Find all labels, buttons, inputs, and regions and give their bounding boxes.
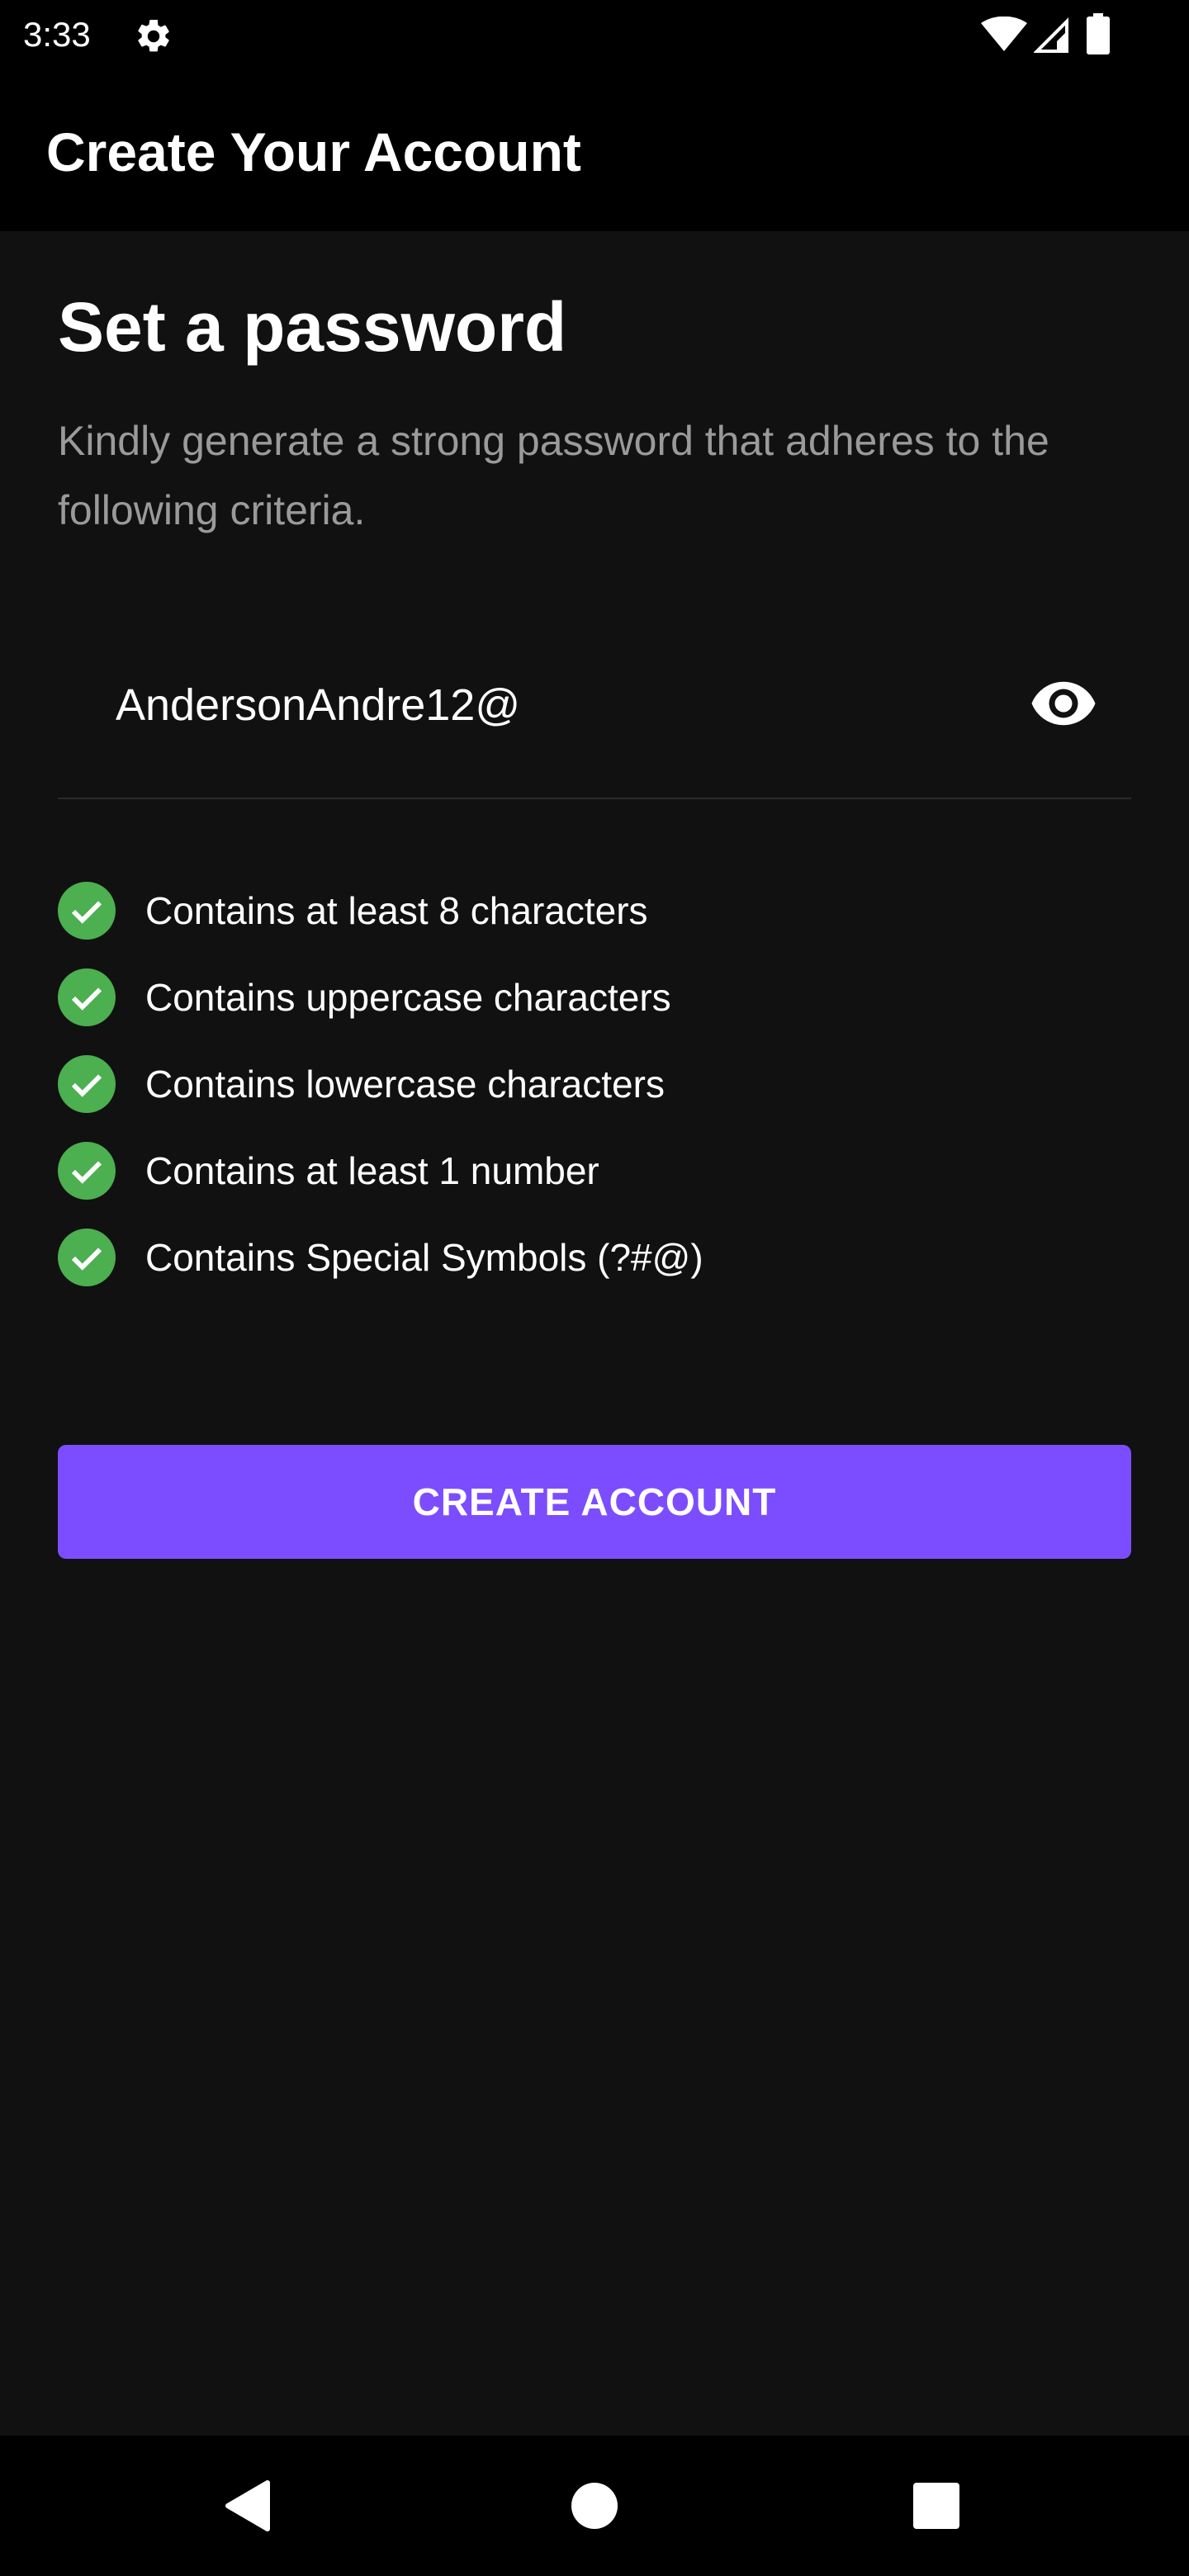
check-circle-icon — [58, 1055, 116, 1113]
check-circle-icon — [58, 968, 116, 1026]
app-bar: Create Your Account — [0, 69, 1189, 231]
password-input[interactable]: AndersonAndre12@ — [116, 672, 520, 738]
home-icon — [571, 2483, 618, 2529]
password-criteria-list: Contains at least 8 characters Contains … — [58, 882, 1131, 1315]
nav-recents-button[interactable] — [854, 2436, 1019, 2576]
page-title: Create Your Account — [46, 121, 581, 182]
gear-icon — [134, 17, 173, 56]
criteria-label: Contains lowercase characters — [145, 1063, 665, 1106]
criteria-label: Contains uppercase characters — [145, 976, 671, 1019]
check-circle-icon — [58, 882, 116, 940]
status-bar: 3:33 — [0, 0, 1189, 69]
wifi-icon — [1069, 15, 1070, 16]
section-heading: Set a password — [58, 288, 567, 366]
criteria-label: Contains at least 8 characters — [145, 889, 648, 932]
criteria-label: Contains at least 1 number — [145, 1149, 599, 1192]
criteria-item: Contains uppercase characters — [58, 968, 1131, 1055]
create-account-button[interactable]: CREATE ACCOUNT — [58, 1445, 1131, 1559]
check-circle-icon — [58, 1229, 116, 1286]
recents-icon — [913, 2483, 959, 2529]
criteria-item: Contains at least 8 characters — [58, 882, 1131, 968]
main-content: Set a password Kindly generate a strong … — [0, 231, 1189, 2436]
signal-icon — [1034, 17, 1068, 53]
check-circle-icon — [58, 1142, 116, 1200]
eye-icon[interactable] — [1029, 669, 1098, 738]
nav-home-button[interactable] — [512, 2436, 677, 2576]
criteria-label: Contains Special Symbols (?#@) — [145, 1236, 703, 1279]
criteria-item: Contains lowercase characters — [58, 1055, 1131, 1142]
battery-icon — [1087, 13, 1110, 54]
criteria-item: Contains at least 1 number — [58, 1142, 1131, 1229]
system-nav-bar — [0, 2436, 1189, 2576]
wifi-icon — [981, 17, 1027, 51]
criteria-item: Contains Special Symbols (?#@) — [58, 1229, 1131, 1315]
section-description: Kindly generate a strong password that a… — [58, 418, 1049, 533]
back-icon — [225, 2480, 270, 2531]
nav-back-button[interactable] — [165, 2436, 330, 2576]
password-field[interactable]: AndersonAndre12@ — [58, 636, 1131, 799]
status-time: 3:33 — [23, 15, 91, 54]
